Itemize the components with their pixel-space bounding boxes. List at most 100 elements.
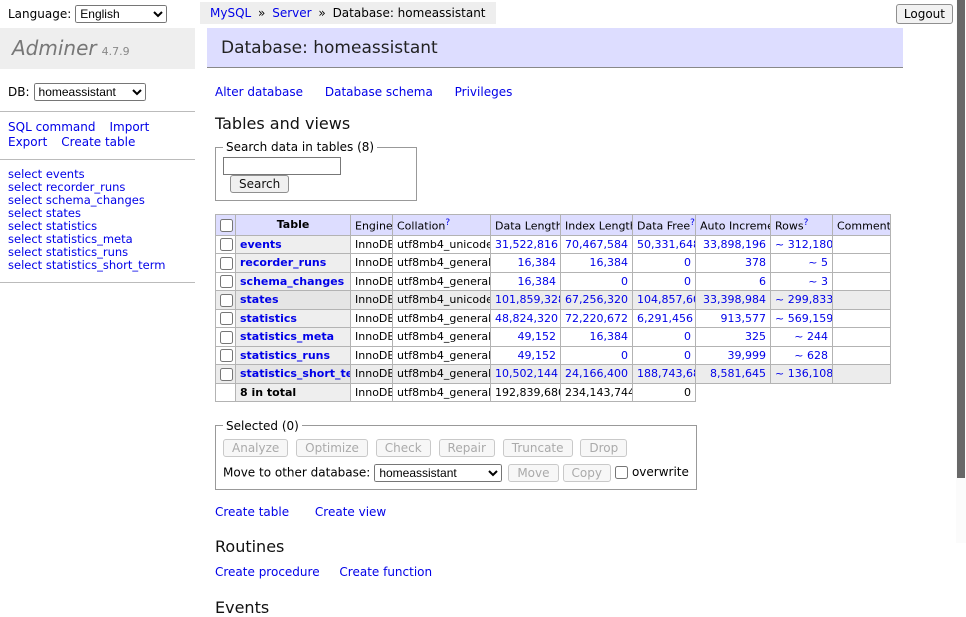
row-checkbox[interactable]: [220, 368, 233, 381]
rows-count-cell[interactable]: ~ 312,180: [771, 235, 833, 254]
breadcrumb: MySQL » Server » Database: homeassistant: [200, 2, 496, 24]
sidebar-link-import[interactable]: Import: [109, 120, 149, 134]
table-row: statistics_short_term InnoDB utf8mb4_gen…: [216, 365, 891, 384]
table-total-row: 8 in total InnoDB utf8mb4_general_ci 192…: [216, 383, 891, 401]
repair-button[interactable]: Repair: [439, 439, 495, 457]
row-checkbox[interactable]: [220, 349, 233, 362]
table-link-states[interactable]: states: [240, 293, 279, 306]
breadcrumb-link-server[interactable]: Server: [272, 6, 311, 20]
help-icon[interactable]: ?: [804, 218, 809, 228]
overwrite-label: overwrite: [632, 465, 689, 479]
column-header-data-free: Data Free?: [633, 215, 696, 236]
selected-legend: Selected (0): [223, 419, 302, 433]
data-free-total: 0: [633, 383, 696, 401]
row-checkbox[interactable]: [220, 331, 233, 344]
column-header-data-length: Data Length?: [491, 215, 561, 236]
table-link-recorder-runs[interactable]: recorder_runs: [240, 256, 326, 269]
optimize-button[interactable]: Optimize: [296, 439, 368, 457]
table-link-schema-changes[interactable]: schema_changes: [240, 275, 344, 288]
language-select[interactable]: English: [75, 5, 167, 23]
help-icon[interactable]: ?: [445, 218, 450, 228]
table-link-statistics-meta[interactable]: statistics_meta: [240, 330, 334, 343]
column-header-index-length: Index Length?: [561, 215, 633, 236]
rows-count-cell[interactable]: ~ 136,108: [771, 365, 833, 384]
data-length-cell: 101,859,328: [491, 291, 561, 310]
create-function-link[interactable]: Create function: [339, 565, 432, 579]
db-select[interactable]: homeassistant: [34, 83, 146, 101]
language-label: Language:: [8, 7, 71, 21]
copy-button[interactable]: Copy: [563, 464, 611, 482]
move-db-select[interactable]: homeassistant: [374, 464, 502, 482]
data-free-cell: 50,331,648: [633, 235, 696, 254]
create-procedure-link[interactable]: Create procedure: [215, 565, 320, 579]
index-length-cell: 16,384: [561, 254, 633, 273]
comment-cell: [833, 291, 891, 310]
rows-count-cell[interactable]: ~ 244: [771, 328, 833, 347]
collation-cell: utf8mb4_general_ci: [393, 383, 491, 401]
collation-cell: utf8mb4_general_ci: [393, 346, 491, 365]
auto-increment-cell: 39,999: [696, 346, 771, 365]
engine-cell: InnoDB: [351, 328, 393, 347]
comment-cell: [833, 272, 891, 291]
rows-count-cell[interactable]: ~ 5: [771, 254, 833, 273]
tables-list: Table Engine? Collation? Data Length? In…: [215, 214, 891, 402]
row-checkbox[interactable]: [220, 294, 233, 307]
check-button[interactable]: Check: [376, 439, 431, 457]
engine-cell: InnoDB: [351, 291, 393, 310]
language-bar: Language: English: [8, 5, 167, 23]
db-selector-row: DB:homeassistant: [8, 83, 187, 101]
auto-increment-cell: 33,398,984: [696, 291, 771, 310]
select-all-checkbox[interactable]: [220, 219, 233, 232]
auto-increment-cell: 378: [696, 254, 771, 273]
sidebar-link-sql-command[interactable]: SQL command: [8, 120, 95, 134]
table-link-statistics-runs[interactable]: statistics_runs: [240, 349, 330, 362]
overwrite-checkbox[interactable]: [615, 466, 628, 479]
row-checkbox[interactable]: [220, 312, 233, 325]
row-checkbox[interactable]: [220, 275, 233, 288]
row-checkbox[interactable]: [220, 238, 233, 251]
logout-button[interactable]: Logout: [896, 4, 953, 24]
rows-count-cell[interactable]: ~ 569,159: [771, 309, 833, 328]
sidebar-link-export[interactable]: Export: [8, 135, 47, 149]
tables-and-views-heading: Tables and views: [215, 114, 903, 133]
auto-increment-cell: 913,577: [696, 309, 771, 328]
table-link-statistics[interactable]: statistics: [240, 312, 297, 325]
app-name: Adminer: [12, 36, 97, 60]
comment-cell: [833, 328, 891, 347]
rows-count-cell[interactable]: ~ 3: [771, 272, 833, 291]
breadcrumb-link-mysql[interactable]: MySQL: [210, 6, 251, 20]
index-length-total: 234,143,744: [561, 383, 633, 401]
sidebar-item-select-statistics-short-term[interactable]: select statistics_short_term: [8, 259, 187, 272]
routines-heading: Routines: [215, 537, 903, 556]
create-view-link[interactable]: Create view: [315, 505, 386, 519]
rows-count-cell[interactable]: ~ 628: [771, 346, 833, 365]
table-link-statistics-short-term[interactable]: statistics_short_term: [240, 367, 351, 380]
search-input[interactable]: [223, 157, 341, 175]
index-length-cell: 72,220,672: [561, 309, 633, 328]
table-link-events[interactable]: events: [240, 238, 282, 251]
data-length-cell: 48,824,320: [491, 309, 561, 328]
scrollbar-thumb[interactable]: [957, 0, 965, 478]
auto-increment-cell: 325: [696, 328, 771, 347]
sidebar: Adminer4.7.9 DB:homeassistant SQL comman…: [0, 28, 195, 283]
analyze-button[interactable]: Analyze: [223, 439, 288, 457]
database-schema-link[interactable]: Database schema: [325, 85, 433, 99]
rows-count-cell[interactable]: ~ 299,833: [771, 291, 833, 310]
data-length-cell: 49,152: [491, 346, 561, 365]
table-row: statistics InnoDB utf8mb4_general_ci 48,…: [216, 309, 891, 328]
privileges-link[interactable]: Privileges: [455, 85, 513, 99]
drop-button[interactable]: Drop: [580, 439, 627, 457]
collation-cell: utf8mb4_general_ci: [393, 272, 491, 291]
alter-database-link[interactable]: Alter database: [215, 85, 303, 99]
sidebar-link-create-table[interactable]: Create table: [61, 135, 135, 149]
search-button[interactable]: Search: [230, 175, 289, 193]
auto-increment-cell: 8,581,645: [696, 365, 771, 384]
truncate-button[interactable]: Truncate: [503, 439, 573, 457]
vertical-scrollbar[interactable]: [956, 0, 966, 543]
row-checkbox[interactable]: [220, 257, 233, 270]
create-links: Create table Create view: [215, 505, 903, 519]
create-table-link[interactable]: Create table: [215, 505, 289, 519]
move-button[interactable]: Move: [508, 464, 558, 482]
help-icon[interactable]: ?: [690, 218, 695, 228]
page-title: Database: homeassistant: [207, 28, 903, 68]
